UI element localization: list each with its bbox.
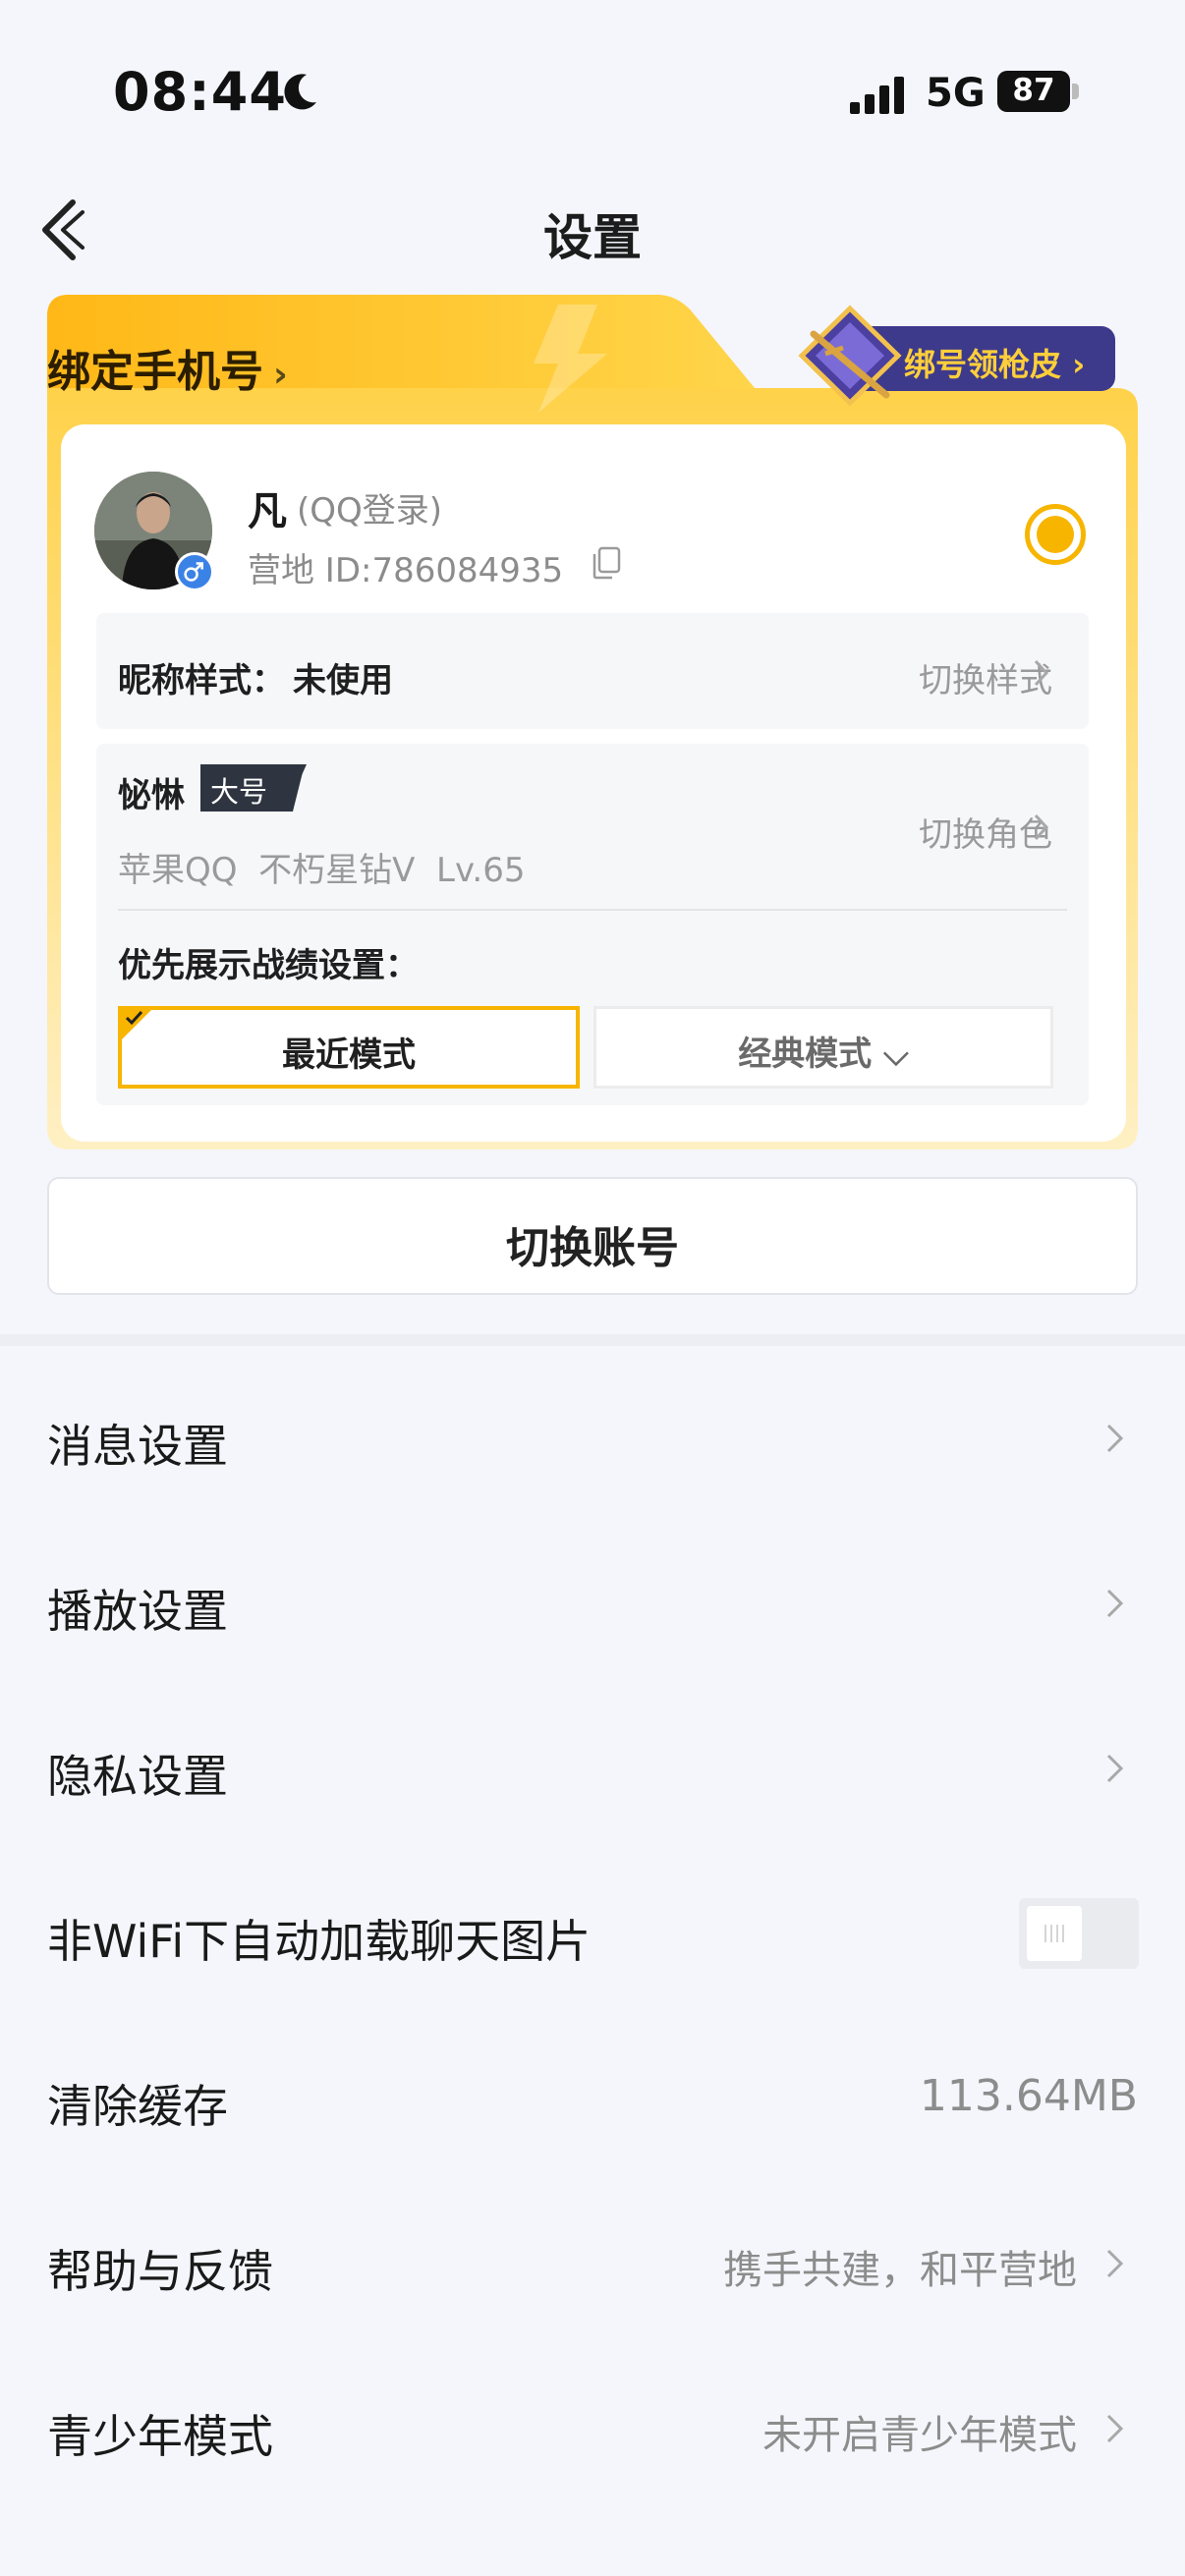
network-type: 5G — [926, 71, 986, 116]
login-type: (QQ登录) — [297, 491, 443, 531]
setting-label: 播放设置 — [47, 1585, 228, 1638]
battery-icon: 87 — [997, 71, 1080, 112]
battery-level: 87 — [1012, 73, 1055, 108]
section-divider — [0, 1334, 1185, 1346]
setting-label: 青少年模式 — [47, 2410, 273, 2463]
chevron-right-icon — [1106, 2249, 1124, 2278]
switch-account-button[interactable]: 切换账号 — [47, 1177, 1138, 1295]
recent-mode-option[interactable]: 最近模式 — [118, 1006, 580, 1089]
role-tag-label: 大号 — [210, 775, 268, 809]
nickname-style-value: 未使用 — [293, 661, 393, 700]
setting-label: 消息设置 — [47, 1420, 228, 1473]
classic-mode-dropdown[interactable]: 经典模式 ⌵ — [593, 1006, 1053, 1089]
chevron-right-icon — [1034, 659, 1049, 687]
chevron-right-icon: › — [273, 355, 288, 395]
message-settings-row[interactable]: 消息设置 — [0, 1356, 1185, 1521]
setting-label: 清除缓存 — [47, 2080, 228, 2133]
teen-mode-value: 未开启青少年模式 — [762, 2413, 1077, 2458]
auto-load-images-row: 非WiFi下自动加载聊天图片 — [0, 1851, 1185, 2016]
classic-mode-label: 经典模式 ⌵ — [738, 1035, 909, 1074]
copy-icon[interactable] — [591, 546, 622, 580]
setting-label: 隐私设置 — [47, 1750, 228, 1803]
cache-size: 113.64MB — [919, 2071, 1138, 2121]
switch-account-label: 切换账号 — [506, 1223, 679, 1273]
grip-icon — [1044, 1925, 1064, 1942]
auto-load-images-toggle[interactable] — [1019, 1898, 1139, 1969]
recent-mode-label: 最近模式 — [282, 1036, 416, 1075]
clear-cache-row[interactable]: 清除缓存 113.64MB — [0, 2016, 1185, 2181]
rifle-skin-icon — [798, 305, 902, 407]
setting-label: 非WiFi下自动加载聊天图片 — [47, 1915, 592, 1968]
page-title: 设置 — [543, 209, 642, 266]
check-icon — [125, 1010, 143, 1026]
role-meta: 苹果QQ 不朽星钻V Lv.65 — [118, 851, 526, 890]
setting-label: 帮助与反馈 — [47, 2245, 273, 2298]
chevron-right-icon — [1106, 1589, 1124, 1618]
teen-mode-row[interactable]: 青少年模式 未开启青少年模式 — [0, 2346, 1185, 2511]
settings-page: 08:44 5G 87 设置 绑定手机号 › 绑号领枪皮 › 凡 (QQ登录) … — [0, 0, 1185, 2576]
chevron-right-icon — [1106, 1754, 1124, 1783]
chevron-right-icon — [1034, 813, 1049, 841]
status-time: 08:44 — [113, 61, 287, 123]
playback-settings-row[interactable]: 播放设置 — [0, 1521, 1185, 1686]
nickname-style-label: 昵称样式： — [118, 661, 285, 700]
record-setting-label: 优先展示战绩设置： — [118, 946, 419, 985]
role-name: 怭惏 — [118, 776, 185, 815]
male-gender-icon — [175, 552, 214, 591]
privacy-settings-row[interactable]: 隐私设置 — [0, 1686, 1185, 1851]
help-feedback-row[interactable]: 帮助与反馈 携手共建，和平营地 — [0, 2181, 1185, 2346]
status-bar: 08:44 5G 87 — [0, 0, 1185, 187]
user-id: 营地 ID:786084935 — [248, 551, 564, 590]
bind-phone-link[interactable]: 绑定手机号 › — [47, 336, 288, 399]
signal-icon — [850, 77, 904, 114]
skin-promo-label: 绑号领枪皮 › — [904, 346, 1086, 383]
help-feedback-value: 携手共建，和平营地 — [723, 2248, 1077, 2293]
moon-icon — [284, 74, 316, 110]
divider — [118, 909, 1067, 911]
user-name: 凡 — [248, 489, 287, 534]
chevron-right-icon — [1106, 1424, 1124, 1453]
chevron-right-icon — [1106, 2414, 1124, 2443]
bind-phone-label: 绑定手机号 — [47, 347, 263, 397]
selected-account-radio[interactable] — [1025, 504, 1086, 565]
bind-skin-promo-button[interactable]: 绑号领枪皮 › — [796, 305, 1125, 408]
